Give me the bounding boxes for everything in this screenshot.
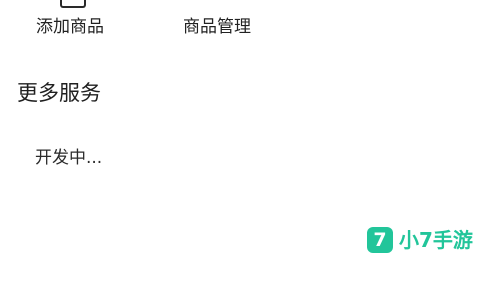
logo-badge-digit: 7 (373, 229, 387, 251)
logo-icon: 7 (367, 227, 393, 253)
service-status-text: 开发中... (35, 148, 103, 168)
manage-products-button[interactable]: 商品管理 (183, 16, 251, 38)
watermark-logo: 7 小7手游 (367, 226, 473, 254)
add-product-button[interactable]: 添加商品 (36, 16, 104, 38)
shortcut-icon (60, 0, 86, 8)
watermark-text: 小7手游 (399, 228, 473, 252)
more-services-title: 更多服务 (17, 81, 101, 105)
